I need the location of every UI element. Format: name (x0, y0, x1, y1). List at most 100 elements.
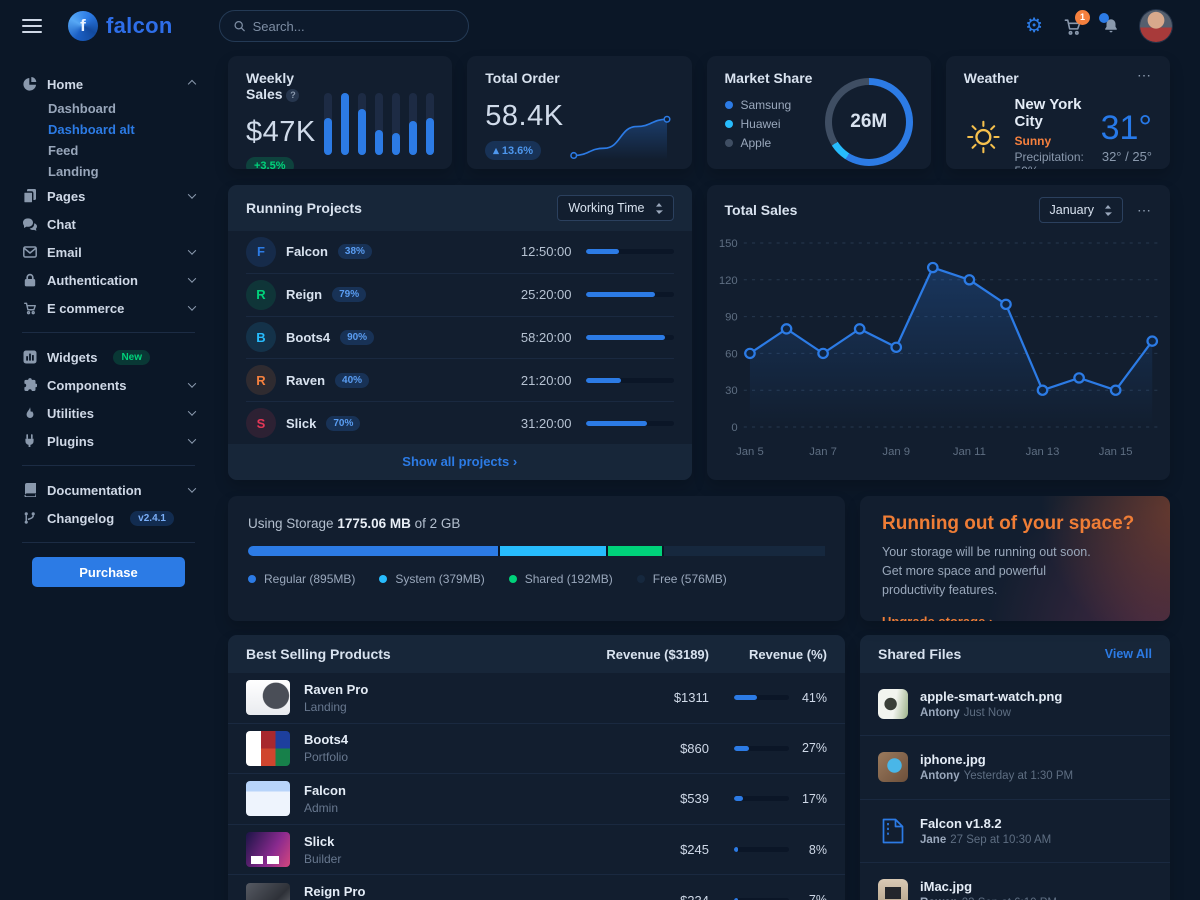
product-name[interactable]: Falcon (304, 783, 559, 798)
sidebar-item-dashboard[interactable]: Dashboard (22, 98, 195, 119)
upgrade-storage-link[interactable]: Upgrade storage › (882, 614, 993, 621)
product-revenue: $860 (559, 741, 709, 756)
project-name[interactable]: Raven (286, 373, 325, 388)
product-thumbnail (246, 731, 290, 766)
settings-gear-icon[interactable]: ⚙ (1025, 16, 1043, 36)
file-item: Falcon v1.8.2 Jane 27 Sep at 10:30 AM (860, 799, 1170, 862)
weekly-sales-title: Weekly Sales ? (246, 70, 324, 102)
sidebar-item-chat[interactable]: Chat (22, 210, 195, 238)
product-revenue: $1311 (559, 690, 709, 705)
view-all-link[interactable]: View All (1105, 647, 1152, 661)
svg-text:60: 60 (725, 349, 738, 361)
revenue-pct: 41% (799, 691, 827, 705)
sidebar-item-email[interactable]: Email (22, 238, 195, 266)
total-order-line-chart (564, 100, 674, 169)
project-row: R Raven 40% 21:20:00 (246, 358, 674, 401)
project-name[interactable]: Slick (286, 416, 316, 431)
sidebar-item-plugins[interactable]: Plugins (22, 427, 195, 455)
sidebar-item-feed[interactable]: Feed (22, 140, 195, 161)
product-name[interactable]: Reign Pro (304, 884, 559, 899)
weather-precipitation: Precipitation: 50% (1014, 150, 1088, 169)
brand-logo[interactable]: f falcon (68, 11, 173, 41)
product-name[interactable]: Slick (304, 834, 559, 849)
sidebar-item-landing[interactable]: Landing (22, 161, 195, 182)
project-name[interactable]: Falcon (286, 244, 328, 259)
file-user: Antony (920, 770, 960, 782)
legend-dot-system (379, 575, 387, 583)
running-projects-list: F Falcon 38% 12:50:00 R Reign 79% 25 (228, 231, 692, 444)
chevron-down-icon (188, 302, 196, 310)
chart-pie-icon (22, 77, 37, 91)
sort-arrows-icon (655, 203, 663, 214)
best-selling-card: Best Selling Products Revenue ($3189) Re… (228, 635, 845, 900)
sidebar-item-dashboard-alt[interactable]: Dashboard alt (22, 119, 195, 140)
file-name[interactable]: Falcon v1.8.2 (920, 816, 1051, 831)
column-revenue: Revenue ($3189) (559, 647, 709, 662)
svg-text:90: 90 (725, 312, 738, 324)
sidebar-item-components[interactable]: Components (22, 371, 195, 399)
project-row: S Slick 70% 31:20:00 (246, 401, 674, 444)
file-name[interactable]: apple-smart-watch.png (920, 689, 1062, 704)
sidebar-item-home[interactable]: Home (22, 70, 195, 98)
purchase-button[interactable]: Purchase (32, 557, 185, 587)
svg-text:Jan 11: Jan 11 (952, 446, 985, 458)
project-row: R Reign 79% 25:20:00 (246, 273, 674, 316)
file-name[interactable]: iphone.jpg (920, 752, 1073, 767)
ellipsis-menu-icon[interactable]: ⋯ (1137, 70, 1152, 80)
product-name[interactable]: Raven Pro (304, 682, 559, 697)
project-avatar: F (246, 237, 276, 267)
sidebar-item-changelog[interactable]: Changelog v2.4.1 (22, 504, 195, 532)
notification-dot (1099, 13, 1109, 23)
sidebar-item-documentation[interactable]: Documentation (22, 476, 195, 504)
product-name[interactable]: Boots4 (304, 732, 559, 747)
promo-heading: Running out of your space? (882, 513, 1148, 535)
lock-icon (22, 273, 37, 287)
falcon-logo-icon: f (68, 11, 98, 41)
file-time: Just Now (964, 707, 1011, 719)
hamburger-menu-icon[interactable] (22, 19, 42, 33)
arrow-right-icon: › (513, 454, 517, 469)
sidebar-item-pages[interactable]: Pages (22, 182, 195, 210)
sidebar-item-widgets[interactable]: Widgets New (22, 343, 195, 371)
project-badge: 38% (338, 244, 372, 259)
sidebar-item-utilities[interactable]: Utilities (22, 399, 195, 427)
revenue-pct: 27% (799, 741, 827, 755)
search-input[interactable] (253, 19, 454, 34)
ellipsis-menu-icon[interactable]: ⋯ (1137, 205, 1152, 215)
svg-text:120: 120 (718, 275, 737, 287)
running-projects-card: Running Projects Working Time F Falcon 3… (228, 185, 692, 480)
show-all-projects-link[interactable]: Show all projects › (402, 454, 517, 469)
file-time: 27 Sep at 10:30 AM (950, 834, 1051, 846)
project-time: 25:20:00 (521, 287, 572, 302)
user-avatar[interactable] (1140, 10, 1172, 42)
product-thumbnail (246, 883, 290, 900)
project-avatar: R (246, 365, 276, 395)
project-badge: 70% (326, 416, 360, 431)
file-user: Jane (920, 834, 946, 846)
file-name[interactable]: iMac.jpg (920, 879, 1057, 894)
project-name[interactable]: Boots4 (286, 330, 330, 345)
sidebar-item-authentication[interactable]: Authentication (22, 266, 195, 294)
revenue-pct: 17% (799, 792, 827, 806)
legend-item: Free (576MB) (637, 572, 727, 586)
chevron-down-icon (188, 274, 196, 282)
chevron-down-icon (188, 246, 196, 254)
cart-count-badge: 1 (1075, 10, 1090, 25)
month-select[interactable]: January (1039, 197, 1123, 223)
product-row: Boots4 Portfolio $860 27% (228, 723, 845, 774)
search-box[interactable] (219, 10, 469, 42)
help-icon[interactable]: ? (286, 89, 299, 102)
total-order-card: Total Order 58.4K ▴ 13.6% (467, 56, 691, 169)
plug-icon (22, 434, 37, 448)
notifications-bell-icon[interactable] (1102, 17, 1120, 35)
product-thumbnail (246, 832, 290, 867)
total-sales-line-chart: 0306090120150Jan 5Jan 7Jan 9Jan 11Jan 13… (707, 227, 1171, 480)
svg-text:Jan 5: Jan 5 (736, 446, 764, 458)
project-badge: 40% (335, 373, 369, 388)
sidebar-item-ecommerce[interactable]: E commerce (22, 294, 195, 322)
project-name[interactable]: Reign (286, 287, 322, 302)
working-time-select[interactable]: Working Time (557, 195, 673, 221)
legend-dot-huawei (725, 120, 733, 128)
promo-body: Your storage will be running out soon. G… (882, 543, 1100, 599)
shopping-cart-icon[interactable]: 1 (1063, 17, 1082, 36)
